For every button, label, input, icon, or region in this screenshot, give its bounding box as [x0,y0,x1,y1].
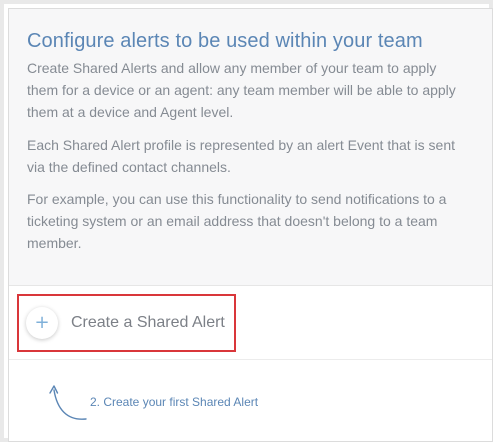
hint-text: 2. Create your first Shared Alert [90,395,259,409]
plus-icon[interactable]: + [26,307,58,339]
create-section: + Create a Shared Alert [9,286,492,360]
description-paragraph-2: Each Shared Alert profile is represented… [27,137,456,175]
create-shared-alert-button[interactable]: + Create a Shared Alert [26,306,225,340]
description-paragraph-1: Create Shared Alerts and allow any membe… [27,60,456,120]
curved-arrow-up-icon [49,385,87,420]
page-title: Configure alerts to be used within your … [27,30,423,52]
description-paragraph-3: For example, you can use this functional… [27,191,447,251]
info-panel: Configure alerts to be used within your … [9,9,492,286]
onboarding-hint: 2. Create your first Shared Alert [49,381,349,431]
shared-alerts-card: Configure alerts to be used within your … [8,8,493,442]
window-frame: Configure alerts to be used within your … [0,0,493,442]
create-shared-alert-label[interactable]: Create a Shared Alert [71,314,225,332]
